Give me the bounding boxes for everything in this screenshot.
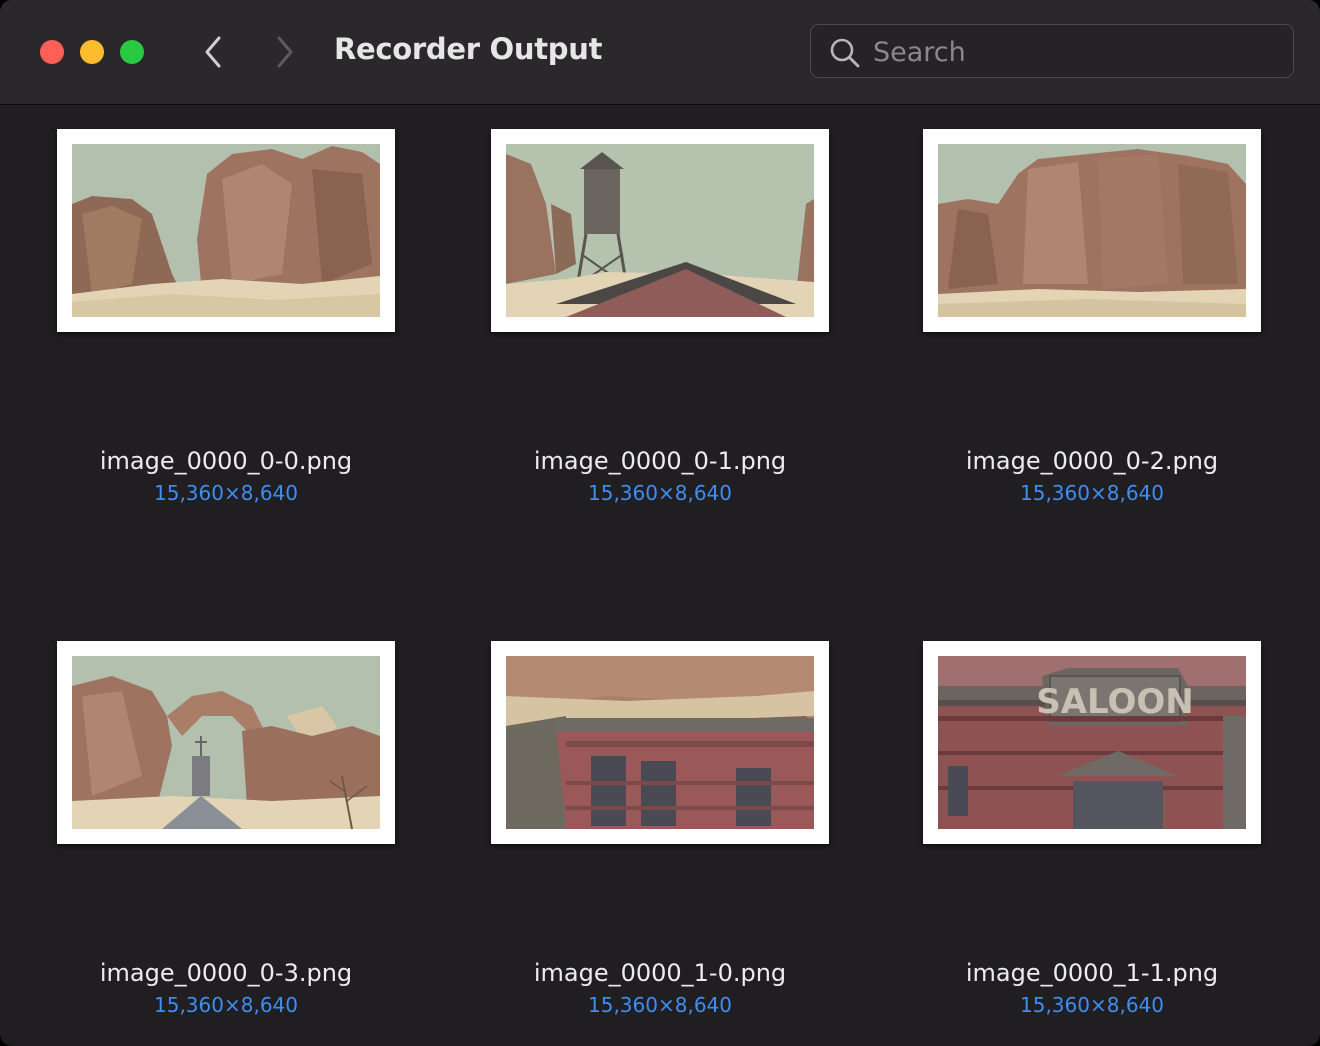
- file-name: image_0000_0-3.png: [99, 959, 353, 987]
- back-button[interactable]: [198, 34, 228, 70]
- thumbnail[interactable]: [491, 641, 829, 844]
- file-dimensions: 15,360×8,640: [154, 993, 298, 1017]
- window-title: Recorder Output: [334, 32, 603, 66]
- chevron-right-icon: [277, 36, 293, 68]
- file-dimensions: 15,360×8,640: [1020, 481, 1164, 505]
- file-dimensions: 15,360×8,640: [1020, 993, 1164, 1017]
- finder-window: Recorder Output Search image_0000_0-0.pn…: [0, 0, 1320, 1046]
- thumbnail-image: [72, 144, 380, 317]
- file-dimensions: 15,360×8,640: [588, 481, 732, 505]
- thumbnail-image: [506, 144, 814, 317]
- search-icon: [830, 38, 860, 68]
- thumbnail-image: SALOON: [938, 656, 1246, 829]
- search-field[interactable]: [810, 24, 1294, 78]
- thumbnail-image: [506, 656, 814, 829]
- thumbnail-image: [72, 656, 380, 829]
- file-name: image_0000_1-1.png: [965, 959, 1219, 987]
- file-name: image_0000_0-2.png: [965, 447, 1219, 475]
- file-dimensions: 15,360×8,640: [588, 993, 732, 1017]
- thumbnail[interactable]: [491, 129, 829, 332]
- thumbnail[interactable]: [57, 129, 395, 332]
- forward-button[interactable]: [270, 34, 300, 70]
- file-grid: image_0000_0-0.png 15,360×8,640 image_00…: [0, 105, 1320, 1046]
- file-name: image_0000_0-1.png: [533, 447, 787, 475]
- chevron-left-icon: [205, 36, 221, 68]
- toolbar: Recorder Output: [0, 0, 1320, 105]
- minimize-button[interactable]: [80, 40, 104, 64]
- zoom-button[interactable]: [120, 40, 144, 64]
- thumbnail[interactable]: SALOON: [923, 641, 1261, 844]
- file-name: image_0000_1-0.png: [533, 959, 787, 987]
- file-name: image_0000_0-0.png: [99, 447, 353, 475]
- thumbnail[interactable]: [923, 129, 1261, 332]
- search-input[interactable]: [871, 33, 1275, 71]
- close-button[interactable]: [40, 40, 64, 64]
- thumbnail[interactable]: [57, 641, 395, 844]
- thumbnail-image: [938, 144, 1246, 317]
- file-dimensions: 15,360×8,640: [154, 481, 298, 505]
